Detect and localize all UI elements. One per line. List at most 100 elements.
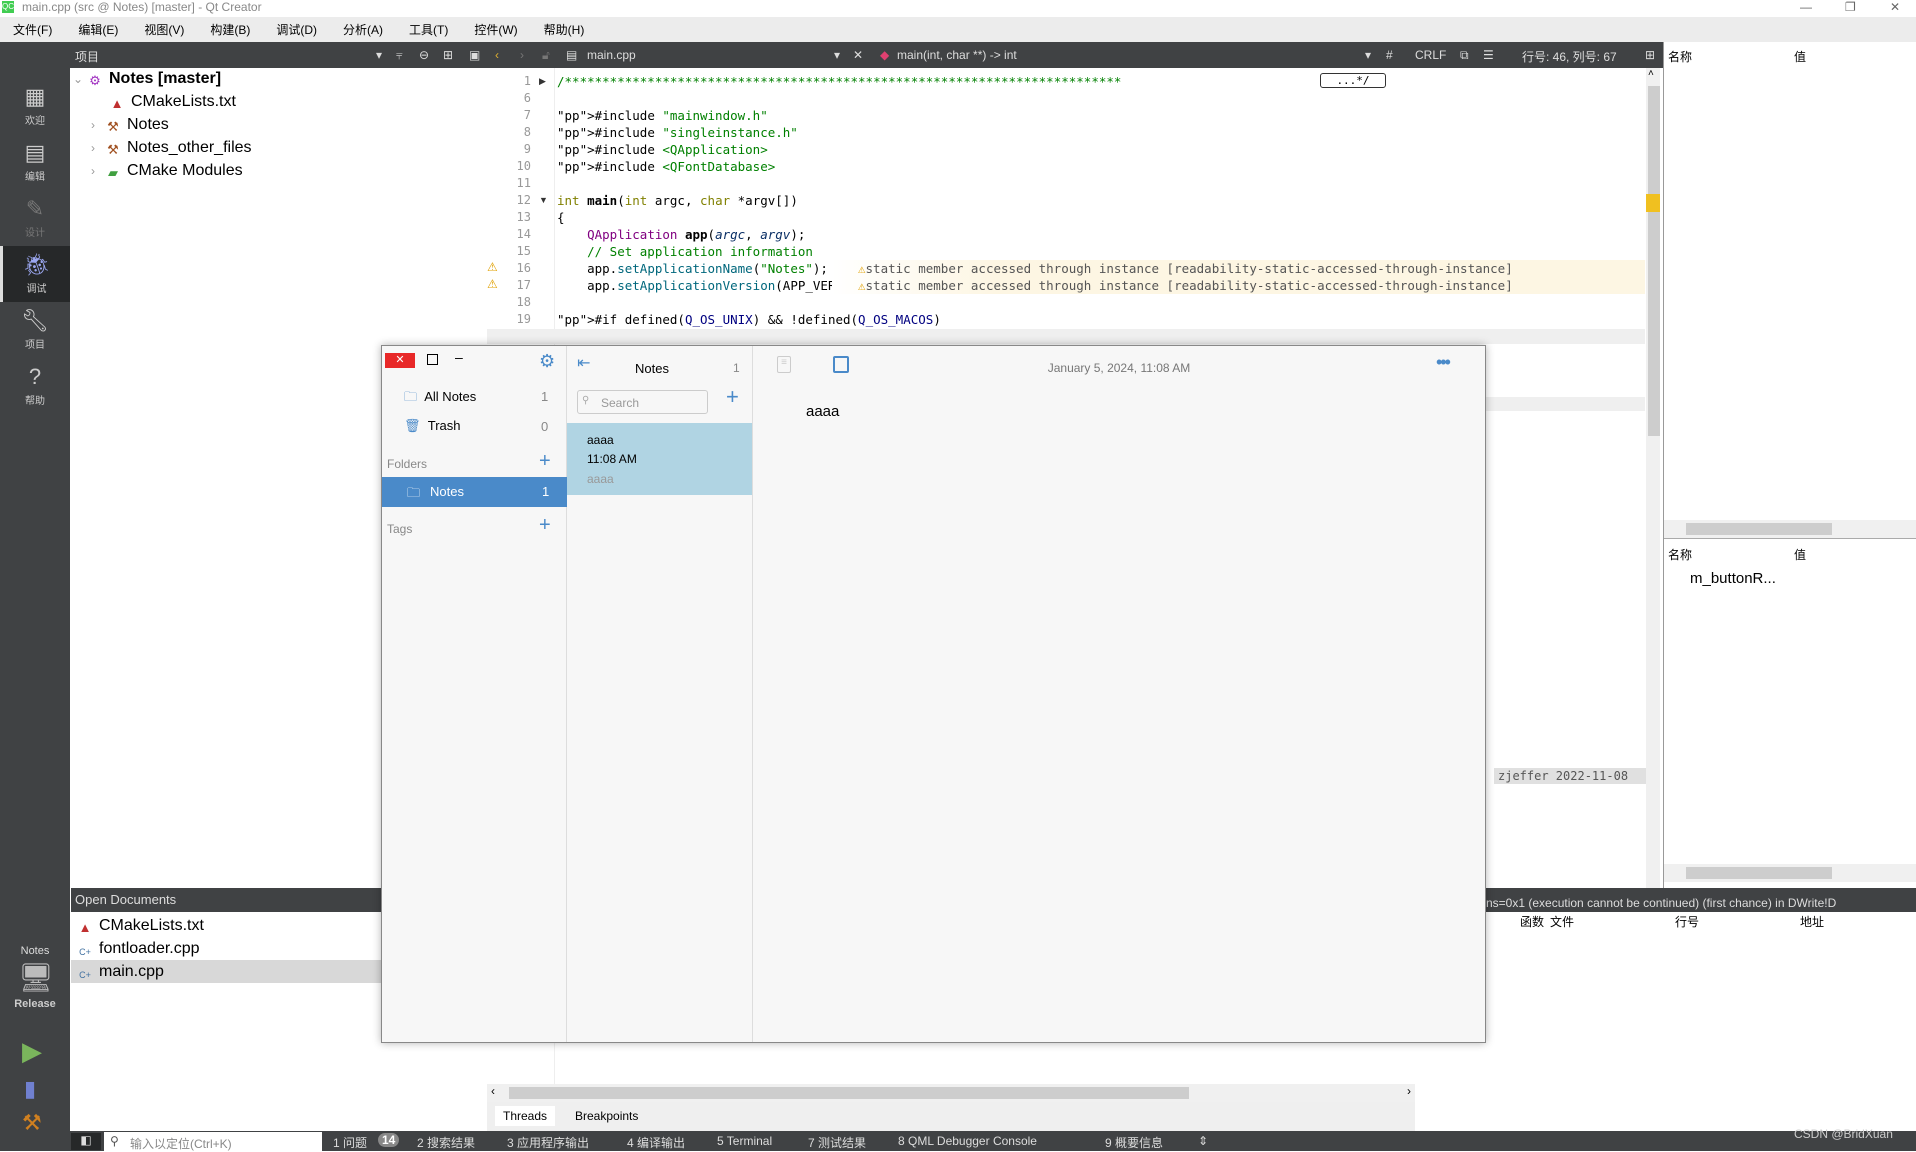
code-line[interactable]: { bbox=[557, 209, 565, 226]
code-line[interactable]: // Set application information bbox=[557, 243, 813, 260]
open-doc-fontloader[interactable]: C+ fontloader.cpp bbox=[71, 937, 381, 960]
back-icon[interactable]: ‹ bbox=[495, 48, 499, 62]
more-tabs-icon[interactable]: ⇕ bbox=[1198, 1134, 1208, 1148]
scroll-right-icon[interactable]: › bbox=[1407, 1084, 1411, 1098]
add-note-button[interactable]: + bbox=[726, 384, 739, 410]
scroll-up-icon[interactable]: ˄ bbox=[1648, 68, 1654, 79]
close-button[interactable]: ✕ bbox=[1890, 0, 1900, 14]
scroll-thumb[interactable] bbox=[1648, 86, 1660, 436]
encoding-icon[interactable]: ⧉ bbox=[1460, 48, 1469, 63]
minimize-button[interactable]: — bbox=[1800, 0, 1812, 14]
code-line[interactable]: QApplication app(argc, argv); bbox=[557, 226, 805, 243]
locator-input[interactable]: ⚲ 输入以定位(Ctrl+K) bbox=[104, 1132, 322, 1151]
outline-icon[interactable]: ☰ bbox=[1483, 48, 1494, 62]
all-notes-item[interactable]: 🗀︎ All Notes bbox=[404, 388, 476, 410]
fold-toggle-icon[interactable]: ▼ bbox=[539, 192, 548, 209]
menu-view[interactable]: 视图(V) bbox=[131, 21, 197, 38]
tree-item-cmakelists[interactable]: ▲ CMakeLists.txt bbox=[109, 91, 236, 113]
symbol-select[interactable]: main(int, char **) -> int bbox=[897, 48, 1017, 62]
run-icon[interactable]: ▶ bbox=[22, 1036, 42, 1067]
link-icon[interactable]: ⊖ bbox=[419, 48, 429, 62]
folded-comment-marker[interactable]: ...*/ bbox=[1320, 73, 1386, 88]
menu-debug[interactable]: 调试(D) bbox=[263, 21, 330, 38]
project-view-select[interactable]: 项目 bbox=[75, 48, 99, 65]
forward-icon[interactable]: › bbox=[520, 48, 524, 62]
code-line[interactable]: "pp">#if defined(Q_OS_UNIX) && !defined(… bbox=[557, 311, 941, 328]
code-line[interactable]: int main(int argc, char *argv[]) bbox=[557, 192, 798, 209]
editor-horizontal-scrollbar[interactable]: ‹ › bbox=[487, 1084, 1415, 1102]
chevron-right-icon[interactable]: › bbox=[91, 160, 105, 182]
mode-design[interactable]: ✎ 设计 bbox=[0, 190, 70, 246]
search-input[interactable]: ⚲ Search bbox=[577, 390, 708, 414]
code-line[interactable]: /***************************************… bbox=[557, 73, 1121, 90]
menu-tools[interactable]: 工具(T) bbox=[396, 21, 461, 38]
menu-help[interactable]: 帮助(H) bbox=[531, 21, 598, 38]
collapse-sidebar-icon[interactable]: ⇤ bbox=[577, 353, 590, 373]
mode-projects[interactable]: 🔧︎ 项目 bbox=[0, 302, 70, 358]
menu-edit[interactable]: 编辑(E) bbox=[65, 21, 131, 38]
warning-icon[interactable]: ⚠ bbox=[487, 277, 498, 291]
trash-item[interactable]: 🗑︎ Trash bbox=[404, 418, 461, 434]
maximize-icon[interactable] bbox=[427, 354, 438, 365]
chevron-down-icon[interactable]: ▾ bbox=[834, 48, 840, 62]
chevron-right-icon[interactable]: › bbox=[91, 137, 105, 159]
note-editor[interactable]: ≡ January 5, 2024, 11:08 AM ••• aaaa bbox=[753, 346, 1485, 1042]
watch-item[interactable]: m_buttonR... bbox=[1690, 570, 1776, 587]
tree-item-notes[interactable]: › ⚒ Notes bbox=[91, 114, 169, 136]
menu-analyze[interactable]: 分析(A) bbox=[330, 21, 396, 38]
chevron-down-icon[interactable]: ▾ bbox=[1365, 48, 1371, 62]
tab-issues[interactable]: 1 问题 bbox=[333, 1134, 367, 1151]
code-line[interactable]: "pp">#include <QApplication> bbox=[557, 141, 768, 158]
note-content[interactable]: aaaa bbox=[806, 403, 839, 420]
horizontal-scrollbar[interactable] bbox=[1664, 520, 1916, 538]
open-file-select[interactable]: main.cpp bbox=[587, 48, 636, 62]
tab-search-results[interactable]: 2 搜索结果 bbox=[417, 1134, 475, 1151]
column-address[interactable]: 地址 bbox=[1800, 913, 1824, 930]
chevron-down-icon[interactable]: ⌄ bbox=[73, 68, 87, 90]
tree-item-cmake-modules[interactable]: › ▰ CMake Modules bbox=[91, 160, 243, 182]
column-name[interactable]: 名称 bbox=[1668, 546, 1692, 563]
menu-widgets[interactable]: 控件(W) bbox=[461, 21, 530, 38]
code-line[interactable]: "pp">#include "singleinstance.h" bbox=[557, 124, 798, 141]
tab-general-messages[interactable]: 9 概要信息 bbox=[1105, 1134, 1163, 1151]
column-value[interactable]: 值 bbox=[1794, 546, 1806, 563]
add-folder-button[interactable]: + bbox=[539, 450, 551, 473]
column-value[interactable]: 值 bbox=[1794, 48, 1806, 65]
tab-qml-debugger-console[interactable]: 8 QML Debugger Console bbox=[898, 1134, 1037, 1148]
minimize-icon[interactable]: – bbox=[455, 349, 463, 365]
note-item[interactable]: aaaa 11:08 AM aaaa bbox=[567, 423, 752, 495]
tab-compile-output[interactable]: 4 编译输出 bbox=[627, 1134, 685, 1151]
mode-edit[interactable]: ▤ 编辑 bbox=[0, 134, 70, 190]
open-doc-cmakelists[interactable]: ▲ CMakeLists.txt bbox=[71, 914, 381, 937]
add-tag-button[interactable]: + bbox=[539, 514, 551, 537]
tab-terminal[interactable]: 5 Terminal bbox=[717, 1134, 772, 1148]
warning-icon[interactable]: ⚠ bbox=[487, 260, 498, 274]
debug-run-icon[interactable]: ▮ bbox=[24, 1076, 36, 1102]
code-line[interactable]: "pp">#include <QFontDatabase> bbox=[557, 158, 775, 175]
column-function[interactable]: 函数 bbox=[1520, 913, 1544, 930]
gear-icon[interactable]: ⚙ bbox=[539, 351, 555, 372]
fold-toggle-icon[interactable]: ▶ bbox=[539, 73, 546, 90]
tab-application-output[interactable]: 3 应用程序输出 bbox=[507, 1134, 589, 1151]
monitor-icon[interactable]: 🖥︎ bbox=[18, 961, 54, 994]
more-options-icon[interactable]: ••• bbox=[1436, 352, 1451, 373]
scroll-left-icon[interactable]: ‹ bbox=[491, 1084, 495, 1098]
mode-welcome[interactable]: ▦ 欢迎 bbox=[0, 78, 70, 134]
folder-item-notes[interactable]: 🗀︎ Notes 1 bbox=[382, 477, 567, 507]
editor-vertical-scrollbar[interactable]: ˄ bbox=[1646, 68, 1660, 888]
scroll-thumb[interactable] bbox=[509, 1087, 1189, 1099]
tab-breakpoints[interactable]: Breakpoints bbox=[567, 1106, 646, 1126]
tree-item-notes-other-files[interactable]: › ⚒ Notes_other_files bbox=[91, 137, 252, 159]
scroll-thumb[interactable] bbox=[1686, 867, 1832, 879]
mode-debug[interactable]: 🐞︎ 调试 bbox=[0, 246, 70, 302]
close-pane-icon[interactable]: ▣ bbox=[469, 48, 480, 62]
code-line[interactable]: app.setApplicationName("Notes"); bbox=[557, 260, 828, 277]
tree-item-notes-master[interactable]: ⌄ ⚙ Notes [master] bbox=[73, 68, 221, 90]
close-file-icon[interactable]: ✕ bbox=[853, 48, 863, 62]
line-ending-select[interactable]: CRLF bbox=[1415, 48, 1446, 62]
horizontal-scrollbar[interactable] bbox=[1664, 864, 1916, 882]
chevron-down-icon[interactable]: ▾ bbox=[376, 48, 382, 62]
open-doc-main[interactable]: C+ main.cpp bbox=[71, 960, 381, 983]
tab-threads[interactable]: Threads bbox=[495, 1106, 556, 1126]
chevron-right-icon[interactable]: › bbox=[91, 114, 105, 136]
